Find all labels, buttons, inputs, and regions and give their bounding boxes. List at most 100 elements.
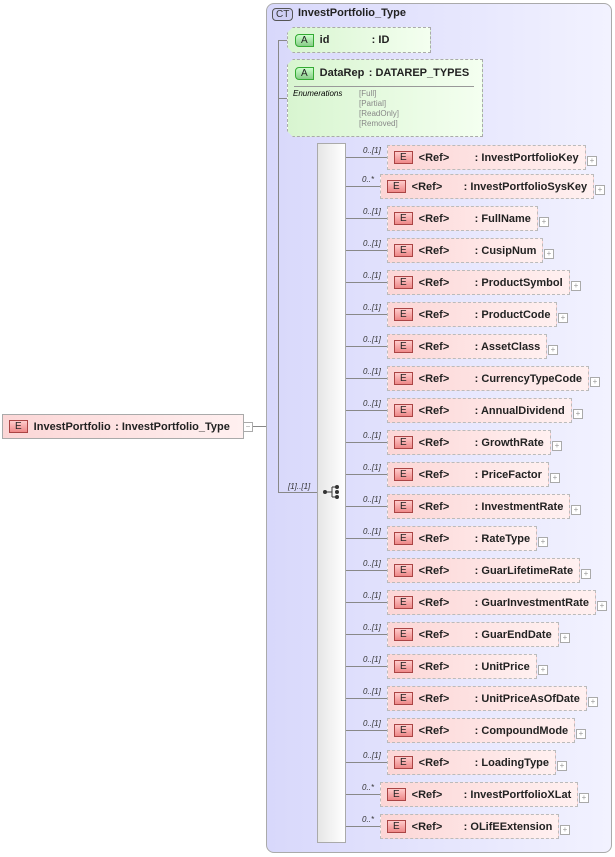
element-badge-icon: E — [394, 436, 413, 449]
collapse-button[interactable]: − — [243, 422, 253, 432]
expand-button[interactable]: + — [597, 601, 607, 611]
element-ref[interactable]: E <Ref>: CusipNum — [387, 238, 544, 263]
element-cardinality: 0..[1] — [363, 623, 381, 632]
element-cardinality: 0..[1] — [363, 719, 381, 728]
connector — [346, 442, 387, 443]
element-ref[interactable]: E <Ref>: InvestmentRate — [387, 494, 571, 519]
expand-button[interactable]: + — [550, 473, 560, 483]
attribute-id[interactable]: A id : ID — [287, 27, 431, 53]
expand-button[interactable]: + — [557, 761, 567, 771]
element-cardinality: 0..[1] — [363, 335, 381, 344]
element-ref[interactable]: E <Ref> : ProductSymbol — [387, 270, 570, 295]
element-badge-icon: E — [394, 308, 413, 321]
element-ref[interactable]: E <Ref>: LoadingType — [387, 750, 557, 775]
element-ref-label: <Ref> — [418, 436, 450, 449]
element-ref[interactable]: E <Ref>: InvestPortfolioKey — [387, 145, 586, 170]
element-ref[interactable]: E <Ref>: GuarEndDate — [387, 622, 559, 647]
element-name: : FullName — [474, 212, 531, 225]
element-ref-label: <Ref> — [418, 372, 450, 385]
element-ref[interactable]: E <Ref>: OLifEExtension — [380, 814, 560, 839]
expand-button[interactable]: + — [590, 377, 600, 387]
element-ref[interactable]: E <Ref>: CompoundMode — [387, 718, 576, 743]
expand-button[interactable]: + — [558, 313, 568, 323]
sequence-icon — [323, 485, 339, 499]
expand-button[interactable]: + — [552, 441, 562, 451]
expand-button[interactable]: + — [548, 345, 558, 355]
element-cardinality: 0..* — [362, 783, 375, 792]
expand-button[interactable]: + — [571, 505, 581, 515]
connector — [278, 40, 279, 492]
connector — [346, 730, 387, 731]
element-badge-icon: E — [394, 468, 413, 481]
element-badge-icon: E — [394, 564, 413, 577]
connector — [346, 634, 387, 635]
element-ref-label: <Ref> — [418, 628, 450, 641]
complex-type-title: InvestPortfolio_Type — [298, 7, 406, 19]
element-ref[interactable]: E <Ref>: GuarInvestmentRate — [387, 590, 596, 615]
attribute-badge-icon: A — [295, 34, 314, 47]
element-ref-label: <Ref> — [418, 532, 450, 545]
element-name: : ProductSymbol — [474, 276, 563, 289]
element-ref[interactable]: E <Ref>: InvestPortfolioXLat — [380, 782, 579, 807]
attribute-type: : ID — [371, 34, 390, 46]
element-ref-label: <Ref> — [418, 660, 450, 673]
element-cardinality: 0..[1] — [363, 431, 381, 440]
connector — [346, 570, 387, 571]
connector — [346, 474, 387, 475]
element-ref-label: <Ref> — [418, 151, 450, 164]
expand-button[interactable]: + — [579, 793, 589, 803]
expand-button[interactable]: + — [538, 665, 548, 675]
element-badge-icon: E — [394, 756, 413, 769]
expand-button[interactable]: + — [560, 825, 570, 835]
attribute-name: id — [319, 34, 330, 46]
element-ref[interactable]: E <Ref>: AnnualDividend — [387, 398, 572, 423]
expand-button[interactable]: + — [588, 697, 598, 707]
sequence-cardinality: [1]..[1] — [288, 482, 311, 491]
element-ref[interactable]: E <Ref>: FullName — [387, 206, 538, 231]
element-cardinality: 0..[1] — [363, 559, 381, 568]
element-name: : PriceFactor — [474, 468, 542, 481]
connector — [346, 698, 387, 699]
expand-button[interactable]: + — [544, 249, 554, 259]
element-name: : UnitPrice — [474, 660, 530, 673]
element-ref[interactable]: E <Ref>: RateType — [387, 526, 538, 551]
element-ref[interactable]: E <Ref>: UnitPriceAsOfDate — [387, 686, 587, 711]
element-ref[interactable]: E <Ref>: ProductCode — [387, 302, 558, 327]
connector — [346, 378, 387, 379]
expand-button[interactable]: + — [587, 156, 597, 166]
element-name: : OLifEExtension — [463, 820, 553, 833]
element-ref-label: <Ref> — [418, 276, 450, 289]
connector — [346, 157, 387, 158]
element-name: : AssetClass — [474, 340, 541, 353]
element-cardinality: 0..[1] — [363, 527, 381, 536]
expand-button[interactable]: + — [571, 281, 581, 291]
element-ref[interactable]: E <Ref>: AssetClass — [387, 334, 548, 359]
element-ref[interactable]: E <Ref>: PriceFactor — [387, 462, 549, 487]
element-ref-label: <Ref> — [411, 180, 443, 193]
element-badge-icon: E — [394, 276, 413, 289]
expand-button[interactable]: + — [538, 537, 548, 547]
connector — [278, 98, 288, 99]
element-ref[interactable]: E <Ref>: UnitPrice — [387, 654, 537, 679]
connector — [346, 250, 387, 251]
expand-button[interactable]: + — [539, 217, 549, 227]
connector — [346, 186, 380, 187]
expand-button[interactable]: + — [560, 633, 570, 643]
expand-button[interactable]: + — [595, 185, 605, 195]
element-ref[interactable]: E <Ref>: InvestPortfolioSysKey — [380, 174, 595, 199]
element-badge-icon: E — [394, 404, 413, 417]
element-badge-icon: E — [394, 532, 413, 545]
expand-button[interactable]: + — [581, 569, 591, 579]
element-ref[interactable]: E <Ref>: GuarLifetimeRate — [387, 558, 581, 583]
element-name: : AnnualDividend — [474, 404, 565, 417]
attribute-datarep[interactable]: A DataRep : DATAREP_TYPES Enumerations [… — [287, 59, 483, 137]
element-ref[interactable]: E <Ref>: CurrencyTypeCode — [387, 366, 590, 391]
element-cardinality: 0..[1] — [363, 655, 381, 664]
element-badge-icon: E — [394, 692, 413, 705]
element-ref[interactable]: E <Ref>: GrowthRate — [387, 430, 551, 455]
element-ref-label: <Ref> — [418, 212, 450, 225]
expand-button[interactable]: + — [573, 409, 583, 419]
element-badge-icon: E — [394, 340, 413, 353]
expand-button[interactable]: + — [576, 729, 586, 739]
root-element[interactable]: E InvestPortfolio : InvestPortfolio_Type — [2, 414, 244, 439]
